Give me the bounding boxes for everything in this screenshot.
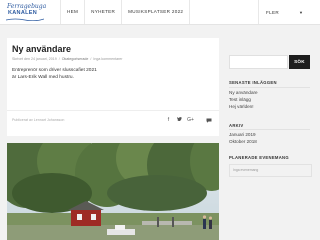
- post-title[interactable]: Ny användare: [12, 44, 71, 54]
- logo-wave-icon: [6, 18, 44, 21]
- card-divider: [7, 110, 219, 111]
- post-meta: Skrivet den 24 januari, 2019 / Okategori…: [12, 57, 123, 61]
- recent-posts-title: SENASTE INLÄGGEN: [229, 80, 277, 85]
- logo-text-bottom: KANALEN: [8, 10, 37, 16]
- search-button[interactable]: SÖK: [289, 55, 310, 69]
- google-plus-share-icon[interactable]: G+: [185, 117, 196, 123]
- twitter-share-icon[interactable]: [174, 117, 185, 123]
- site-header: Ferragebuga KANALEN HEM NYHETER MUSIKSPL…: [0, 0, 320, 25]
- events-title: PLANERADE EVENEMANG: [229, 155, 289, 160]
- featured-photo: [7, 143, 219, 240]
- post-category-link[interactable]: Okategoriserade: [62, 57, 89, 61]
- site-logo[interactable]: Ferragebuga KANALEN: [4, 2, 48, 22]
- nav-more-dropdown[interactable]: FLER ▼: [258, 0, 320, 24]
- archive-link[interactable]: Oktober 2018: [229, 139, 257, 144]
- archive-link[interactable]: Januari 2019: [229, 132, 256, 137]
- widget-divider: [229, 87, 310, 88]
- post-date: Skrivet den 24 januari, 2019: [12, 57, 57, 61]
- excerpt-line: är Lars-Erik Wall med hustru.: [12, 75, 74, 80]
- recent-post-link[interactable]: Ny användare: [229, 90, 258, 95]
- excerpt-line: Entreprenör som driver slusscafiet 2021: [12, 68, 97, 73]
- logo-text-top: Ferragebuga: [7, 3, 47, 10]
- main-nav: HEM NYHETER MUSIKSPLATSER 2022: [60, 0, 191, 24]
- post-comments-link[interactable]: Inga kommentarer: [93, 57, 122, 61]
- widget-divider: [229, 129, 310, 130]
- share-buttons: f G+: [163, 117, 196, 123]
- nav-more-label: FLER: [266, 9, 279, 15]
- meta-separator: /: [90, 57, 92, 61]
- comment-icon[interactable]: [206, 118, 212, 123]
- meta-separator: /: [58, 57, 60, 61]
- recent-post-link[interactable]: Test inlägg: [229, 97, 251, 102]
- search-input[interactable]: [229, 55, 288, 69]
- nav-item-musiksplatser[interactable]: MUSIKSPLATSER 2022: [121, 0, 191, 24]
- post-author[interactable]: Publicerat av Lennart Johansson: [12, 118, 64, 122]
- nav-item-nyheter[interactable]: NYHETER: [84, 0, 121, 24]
- recent-post-link[interactable]: Hej världen!: [229, 104, 254, 109]
- facebook-share-icon[interactable]: f: [163, 117, 174, 123]
- events-empty-text: Inga evenemang: [233, 168, 259, 172]
- archive-title: ARKIV: [229, 123, 244, 128]
- post-excerpt: Entreprenör som driver slusscafiet 2021 …: [12, 67, 212, 81]
- caret-down-icon: ▼: [298, 9, 303, 15]
- nav-item-hem[interactable]: HEM: [60, 0, 84, 24]
- canal-scene-image: [7, 143, 219, 240]
